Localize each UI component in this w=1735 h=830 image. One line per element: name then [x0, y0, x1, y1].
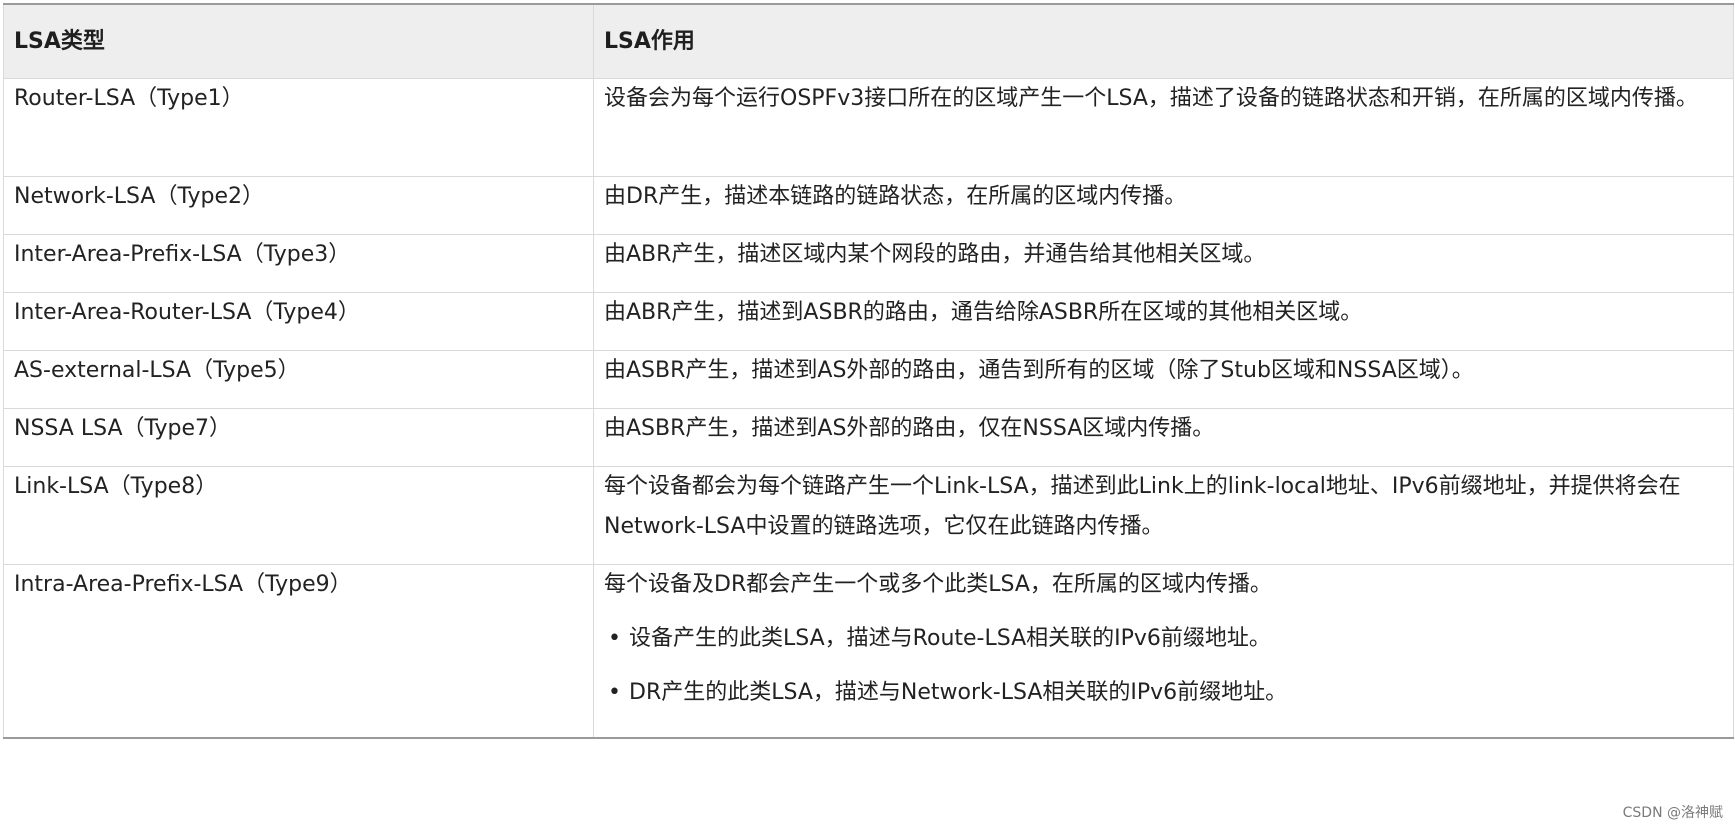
- lsa-desc-text: 每个设备及DR都会产生一个或多个此类LSA，在所属的区域内传播。: [604, 572, 1272, 597]
- table-row: Network-LSA（Type2） 由DR产生，描述本链路的链路状态，在所属的…: [3, 176, 1734, 235]
- list-item: • 设备产生的此类LSA，描述与Route-LSA相关联的IPv6前缀地址。: [604, 619, 1723, 659]
- table-row: Intra-Area-Prefix-LSA（Type9） 每个设备及DR都会产生…: [3, 564, 1734, 739]
- lsa-desc-cell: 每个设备及DR都会产生一个或多个此类LSA，在所属的区域内传播。 • 设备产生的…: [593, 564, 1734, 739]
- lsa-desc-cell: 由ASBR产生，描述到AS外部的路由，通告到所有的区域（除了Stub区域和NSS…: [593, 350, 1734, 409]
- lsa-desc-cell: 由DR产生，描述本链路的链路状态，在所属的区域内传播。: [593, 176, 1734, 235]
- bullet-text: DR产生的此类LSA，描述与Network-LSA相关联的IPv6前缀地址。: [629, 680, 1288, 705]
- table-row: AS-external-LSA（Type5） 由ASBR产生，描述到AS外部的路…: [3, 350, 1734, 409]
- table-header-row: LSA类型 LSA作用: [3, 3, 1734, 79]
- table-row: NSSA LSA（Type7） 由ASBR产生，描述到AS外部的路由，仅在NSS…: [3, 408, 1734, 467]
- lsa-desc-cell: 由ABR产生，描述区域内某个网段的路由，并通告给其他相关区域。: [593, 234, 1734, 293]
- bullet-icon: •: [608, 680, 621, 705]
- lsa-type-cell: AS-external-LSA（Type5）: [3, 350, 594, 409]
- list-item: • DR产生的此类LSA，描述与Network-LSA相关联的IPv6前缀地址。: [604, 673, 1723, 713]
- table-row: Inter-Area-Router-LSA（Type4） 由ABR产生，描述到A…: [3, 292, 1734, 351]
- table-row: Router-LSA（Type1） 设备会为每个运行OSPFv3接口所在的区域产…: [3, 78, 1734, 177]
- lsa-type-cell: Inter-Area-Router-LSA（Type4）: [3, 292, 594, 351]
- lsa-type-cell: NSSA LSA（Type7）: [3, 408, 594, 467]
- lsa-desc-cell: 由ASBR产生，描述到AS外部的路由，仅在NSSA区域内传播。: [593, 408, 1734, 467]
- page: LSA类型 LSA作用 Router-LSA（Type1） 设备会为每个运行OS…: [0, 0, 1735, 830]
- header-lsa-type: LSA类型: [3, 3, 594, 79]
- lsa-type-cell: Inter-Area-Prefix-LSA（Type3）: [3, 234, 594, 293]
- bullet-text: 设备产生的此类LSA，描述与Route-LSA相关联的IPv6前缀地址。: [629, 626, 1271, 651]
- table-row: Inter-Area-Prefix-LSA（Type3） 由ABR产生，描述区域…: [3, 234, 1734, 293]
- lsa-desc-cell: 由ABR产生，描述到ASBR的路由，通告给除ASBR所在区域的其他相关区域。: [593, 292, 1734, 351]
- lsa-table: LSA类型 LSA作用 Router-LSA（Type1） 设备会为每个运行OS…: [3, 3, 1734, 739]
- lsa-desc-cell: 设备会为每个运行OSPFv3接口所在的区域产生一个LSA，描述了设备的链路状态和…: [593, 78, 1734, 177]
- lsa-type-cell: Intra-Area-Prefix-LSA（Type9）: [3, 564, 594, 739]
- lsa-desc-cell: 每个设备都会为每个链路产生一个Link-LSA，描述到此Link上的link-l…: [593, 466, 1734, 565]
- header-lsa-function: LSA作用: [593, 3, 1734, 79]
- bullet-list: • 设备产生的此类LSA，描述与Route-LSA相关联的IPv6前缀地址。 •…: [604, 619, 1723, 713]
- lsa-type-cell: Link-LSA（Type8）: [3, 466, 594, 565]
- table-row: Link-LSA（Type8） 每个设备都会为每个链路产生一个Link-LSA，…: [3, 466, 1734, 565]
- lsa-type-cell: Network-LSA（Type2）: [3, 176, 594, 235]
- watermark: CSDN @洛神赋: [1622, 805, 1723, 821]
- bullet-icon: •: [608, 626, 621, 651]
- lsa-type-cell: Router-LSA（Type1）: [3, 78, 594, 177]
